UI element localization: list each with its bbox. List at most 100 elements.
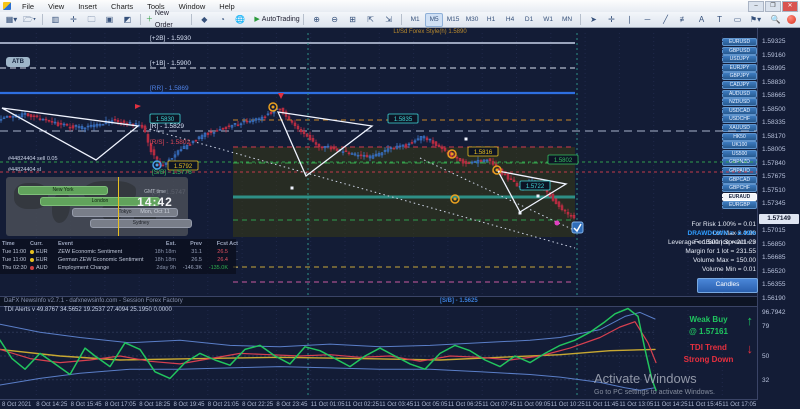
candle-body — [428, 138, 432, 141]
time-label: 8 Oct 14:25 — [36, 402, 68, 408]
calendar-row[interactable]: Tue 11:00 EUR ZEW Economic Sentiment 18h 18… — [0, 248, 238, 256]
candle-body — [572, 214, 576, 219]
atb-button[interactable]: ATB — [6, 57, 30, 67]
data-window-icon[interactable]: ✛ — [65, 13, 82, 27]
live-update-icon[interactable] — [787, 15, 797, 24]
menu-items: File View Insert Charts Tools Window Help — [15, 1, 242, 12]
restore-button[interactable]: ❐ — [765, 0, 781, 12]
event-prev: 31.1 — [191, 249, 202, 255]
calendar-row[interactable]: Thu 02:30 AUD Employment Change 2day 9h -146… — [0, 264, 238, 272]
candle-body — [419, 135, 423, 141]
indicators-icon[interactable]: ◆ — [196, 13, 213, 27]
indicator-separator[interactable]: DaFX NewsInfo v2.7.1 - dafxnewsinfo.com … — [0, 296, 757, 307]
menu-insert[interactable]: Insert — [71, 1, 104, 12]
timeframe-w1[interactable]: W1 — [539, 13, 557, 27]
timeframe-m30[interactable]: M30 — [463, 13, 481, 27]
time-label: 11 Oct 06:25 — [447, 402, 482, 408]
calendar-header: Prev — [190, 240, 202, 247]
history-icon[interactable]: ◔ — [214, 13, 231, 27]
menu-help[interactable]: Help — [212, 1, 241, 12]
auto-scroll-icon[interactable]: ⇲ — [380, 13, 397, 27]
vline-icon[interactable]: ∣ — [621, 13, 638, 27]
menu-file[interactable]: File — [15, 1, 41, 12]
candle-body — [293, 122, 297, 126]
search-icon[interactable]: 🔍 — [767, 13, 784, 27]
cursor-icon[interactable]: ➤ — [585, 13, 602, 27]
price-tick: 1.58665 — [762, 92, 786, 99]
time-axis[interactable]: 8 Oct 2021 8 Oct 14:25 8 Oct 15:45 8 Oct 17… — [0, 399, 757, 409]
candle-body — [437, 144, 441, 148]
candle-body — [371, 155, 375, 159]
navigator-icon[interactable]: 🗀 — [83, 13, 100, 27]
autotrading-button[interactable]: ▶ AutoTrading — [252, 13, 302, 27]
candle-body — [92, 124, 96, 128]
candle-body — [311, 138, 315, 142]
time-label: 8 Oct 18:25 — [139, 402, 171, 408]
menu-charts[interactable]: Charts — [104, 1, 140, 12]
zoom-in-icon[interactable]: ⊕ — [308, 13, 325, 27]
zoom-out-icon[interactable]: ⊖ — [326, 13, 343, 27]
event-act: - — [236, 257, 238, 263]
channel-icon[interactable]: ≢ — [675, 13, 692, 27]
close-button[interactable]: ✕ — [782, 0, 798, 12]
down-arrow-icon: ↓ — [746, 341, 754, 356]
risk-info-line: Volume Max = 150.00 — [692, 257, 756, 264]
timeframe-h1[interactable]: H1 — [482, 13, 500, 27]
calendar-row[interactable]: Tue 11:00 EUR German ZEW Economic Sentimen… — [0, 256, 238, 264]
price-tick: 1.58995 — [762, 65, 786, 72]
new-order-button[interactable]: ＋ New Order — [142, 10, 190, 29]
new-chart-icon[interactable]: ▦▾ — [3, 13, 20, 27]
sell-arrow-icon — [278, 93, 284, 99]
candle-body — [566, 212, 570, 215]
timeframe-m15[interactable]: M15 — [444, 13, 462, 27]
up-arrow-icon: ↑ — [746, 313, 754, 328]
candle-body — [86, 125, 90, 128]
minimize-button[interactable]: – — [748, 0, 764, 12]
label-icon[interactable]: T — [711, 13, 728, 27]
candle-body — [413, 140, 417, 143]
candle-body — [230, 124, 234, 128]
arrows-icon[interactable]: ⚑▾ — [747, 13, 764, 27]
timeframe-d1[interactable]: D1 — [520, 13, 538, 27]
candle-body — [155, 156, 159, 160]
web-icon[interactable]: 🌐 — [232, 13, 249, 27]
candle-body — [89, 124, 93, 127]
hline-icon[interactable]: ─ — [639, 13, 656, 27]
profiles-icon[interactable]: 🗁▾ — [21, 13, 38, 27]
candle-body — [20, 113, 24, 118]
timeframe-m5[interactable]: M5 — [425, 12, 444, 27]
risk-info-line: Volume Min = 0.01 — [701, 266, 756, 273]
timeframe-mn[interactable]: MN — [558, 13, 576, 27]
candles-button[interactable]: Candles — [697, 278, 758, 293]
candle-body — [344, 150, 348, 153]
market-watch-icon[interactable]: ▥ — [47, 13, 64, 27]
candle-body — [206, 132, 210, 135]
price-axis[interactable]: 1.59325 1.59160 1.58995 1.58830 1.58665 1.585… — [757, 27, 800, 400]
level-label: [R/S] - 1.5802 — [150, 139, 190, 146]
tile-windows-icon[interactable]: ⊞ — [344, 13, 361, 27]
crosshair-icon[interactable]: ✛ — [603, 13, 620, 27]
text-icon[interactable]: A — [693, 13, 710, 27]
candle-body — [314, 142, 318, 145]
candle-body — [515, 183, 519, 187]
candle-body — [296, 125, 300, 130]
terminal-icon[interactable]: ▣ — [101, 13, 118, 27]
chart-shift-icon[interactable]: ⇱ — [362, 13, 379, 27]
price-tick: 1.58005 — [762, 146, 786, 153]
menu-view[interactable]: View — [41, 1, 71, 12]
trendline-icon[interactable]: ╱ — [657, 13, 674, 27]
candle-body — [179, 149, 183, 151]
currency-dot — [30, 265, 34, 270]
strategy-tester-icon[interactable]: ◩ — [119, 13, 136, 27]
tdi-rsi-price-line — [0, 307, 657, 392]
timeframe-h4[interactable]: H4 — [501, 13, 519, 27]
candle-body — [329, 146, 333, 150]
candle-body — [356, 154, 360, 157]
candle-body — [29, 114, 33, 118]
tdi-upper-band — [0, 311, 656, 348]
candle-body — [473, 160, 477, 163]
rectangle-icon[interactable]: ▭ — [729, 13, 746, 27]
event-name: Employment Change — [58, 265, 110, 271]
timeframe-m1[interactable]: M1 — [406, 13, 424, 27]
tdi-scale-tick: 79 — [762, 323, 770, 330]
